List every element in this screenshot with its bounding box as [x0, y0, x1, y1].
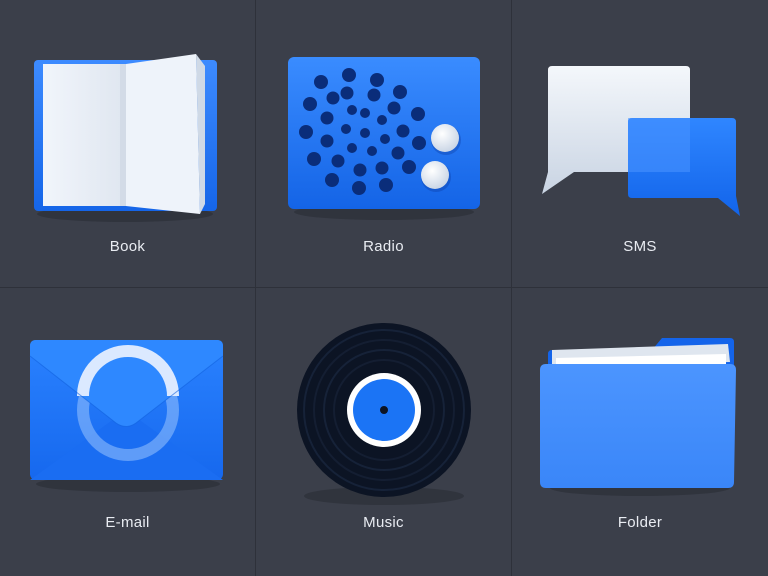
radio-label: Radio [363, 238, 404, 255]
book-tile[interactable]: Book [0, 0, 256, 288]
sms-tile[interactable]: SMS [512, 0, 768, 288]
mail-icon [29, 340, 224, 492]
folder-label: Folder [617, 514, 663, 531]
sms-label: SMS [623, 238, 657, 255]
folder-icon [540, 338, 736, 496]
vinyl-icon [297, 323, 471, 505]
music-label: Music [363, 514, 404, 531]
book-label: Book [109, 238, 146, 255]
icon-grid: Book Radio SMS E-mail Music Folder [0, 0, 768, 576]
folder-tile[interactable]: Folder [512, 288, 768, 576]
radio-tile[interactable]: Radio [256, 0, 512, 288]
email-label: E-mail [105, 514, 150, 531]
email-tile[interactable]: E-mail [0, 288, 256, 576]
music-tile[interactable]: Music [256, 288, 512, 576]
